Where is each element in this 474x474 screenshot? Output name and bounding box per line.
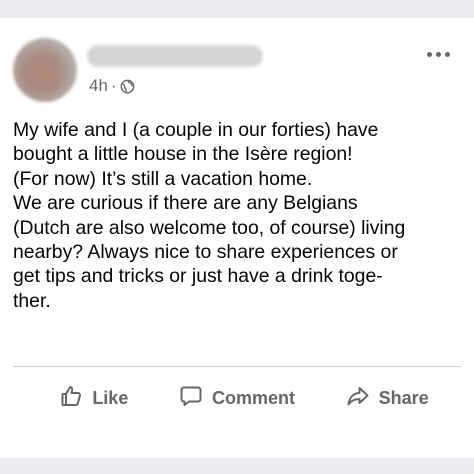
like-button[interactable]: Like [59, 384, 128, 413]
post-line: bought a little house in the Isère regio… [13, 143, 353, 166]
more-dot-icon [445, 52, 450, 57]
meta-separator: · [110, 76, 117, 95]
more-options-button[interactable] [427, 52, 450, 57]
share-label: Share [378, 387, 429, 408]
post-line: ther. [13, 289, 51, 312]
comment-button[interactable]: Comment [179, 384, 295, 413]
timestamp[interactable]: 4h [89, 76, 108, 96]
post-card: 4h · My wife and I (a couple in our fort… [0, 18, 474, 458]
globe-icon [120, 79, 135, 94]
author-name-blurred[interactable] [87, 45, 263, 67]
thumbs-up-icon [59, 384, 83, 413]
share-button[interactable]: Share [346, 384, 429, 413]
like-label: Like [92, 387, 129, 408]
post-line: (Dutch are also welcome too, of course) … [13, 216, 406, 239]
post-line: nearby? Always nice to share experiences… [13, 241, 398, 264]
more-dot-icon [427, 52, 432, 57]
post-line: get tips and tricks or just have a drink… [13, 265, 383, 288]
post-line: We are curious if there are any Belgians [13, 192, 358, 215]
comment-icon [179, 384, 203, 413]
comment-label: Comment [211, 387, 295, 408]
share-arrow-icon [346, 384, 370, 413]
post-text: My wife and I (a couple in our forties) … [13, 118, 465, 313]
divider [13, 366, 461, 367]
post-line: My wife and I (a couple in our forties) … [13, 119, 379, 141]
post-meta: 4h · [89, 76, 135, 96]
more-dot-icon [436, 52, 441, 57]
action-bar: Like Comment Share [0, 380, 474, 416]
post-line: (For now) It’s still a vacation home. [13, 167, 313, 190]
avatar[interactable] [13, 38, 77, 102]
